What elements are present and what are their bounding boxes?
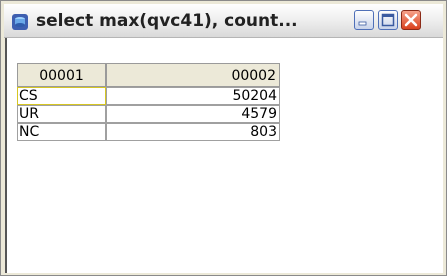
table-cell[interactable]: 803	[106, 123, 280, 141]
maximize-button[interactable]	[378, 10, 398, 30]
database-app-icon	[12, 14, 28, 30]
table-cell[interactable]: 4579	[106, 105, 280, 123]
maximize-icon	[381, 13, 395, 27]
window-title: select max(qvc41), count...	[36, 11, 298, 31]
close-button[interactable]	[401, 10, 421, 30]
table-cell[interactable]: NC	[17, 123, 106, 141]
window-frame: select max(qvc41), count... 00001 00002 …	[0, 0, 447, 276]
minimize-icon	[358, 21, 367, 26]
title-bar[interactable]: select max(qvc41), count...	[4, 4, 443, 38]
result-grid-area: 00001 00002 CS 50204 UR 4579 NC 803	[5, 38, 443, 273]
table-cell[interactable]: UR	[17, 105, 106, 123]
minimize-button[interactable]	[354, 10, 374, 30]
table-cell[interactable]: 50204	[106, 87, 280, 105]
column-header-2[interactable]: 00002	[106, 63, 280, 87]
close-icon	[404, 13, 418, 27]
column-header-1[interactable]: 00001	[17, 63, 106, 87]
table-cell[interactable]: CS	[17, 87, 106, 105]
